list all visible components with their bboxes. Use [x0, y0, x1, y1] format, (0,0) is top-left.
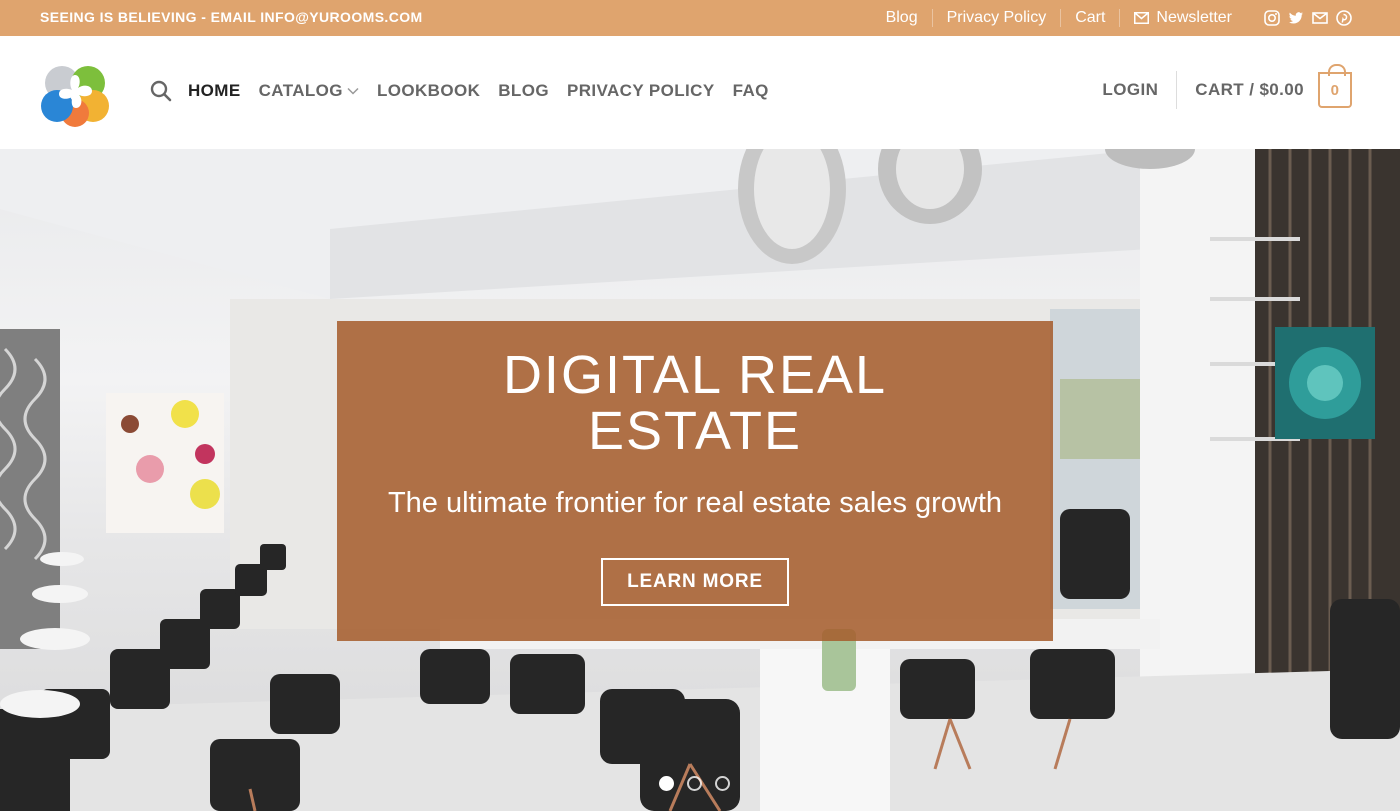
hero-slider: DIGITAL REAL ESTATE The ultimate frontie…	[0, 149, 1400, 811]
hero-title-line-1: DIGITAL REAL	[502, 345, 888, 405]
nav-blog[interactable]: BLOG	[498, 81, 549, 101]
twitter-icon[interactable]	[1288, 10, 1304, 26]
envelope-icon	[1134, 12, 1150, 24]
top-bar: SEEING IS BELIEVING - EMAIL INFO@YUROOMS…	[0, 0, 1400, 36]
nav-faq[interactable]: FAQ	[733, 81, 769, 101]
nav-catalog-label: CATALOG	[258, 81, 343, 100]
instagram-icon[interactable]	[1264, 10, 1280, 26]
main-header: HOME CATALOG LOOKBOOK BLOG PRIVACY POLIC…	[0, 36, 1400, 149]
account-nav: LOGIN CART / $0.00 0	[1102, 64, 1352, 110]
slider-dot-2[interactable]	[687, 776, 702, 791]
cart-total: CART / $0.00	[1195, 80, 1304, 99]
slider-dot-3[interactable]	[715, 776, 730, 791]
newsletter-label: Newsletter	[1156, 9, 1232, 26]
nav-home[interactable]: HOME	[188, 81, 241, 101]
tagline: SEEING IS BELIEVING - EMAIL INFO@YUROOMS…	[40, 9, 423, 25]
login-link[interactable]: LOGIN	[1102, 71, 1178, 109]
top-links: Blog Privacy Policy Cart Newsletter	[872, 0, 1352, 36]
chevron-down-icon	[347, 87, 359, 95]
top-link-privacy-policy[interactable]: Privacy Policy	[931, 9, 1061, 27]
hero-title-line-2: ESTATE	[587, 401, 803, 461]
nav-catalog[interactable]: CATALOG	[259, 81, 359, 101]
top-link-blog[interactable]: Blog	[872, 9, 932, 27]
nav-lookbook[interactable]: LOOKBOOK	[377, 81, 480, 101]
cart-count-badge[interactable]: 0	[1318, 64, 1352, 108]
social-icons	[1246, 10, 1352, 26]
email-icon[interactable]	[1312, 10, 1328, 26]
hero-overlay-box: DIGITAL REAL ESTATE The ultimate frontie…	[337, 321, 1053, 641]
site-logo[interactable]	[40, 61, 110, 127]
main-nav: HOME CATALOG LOOKBOOK BLOG PRIVACY POLIC…	[150, 80, 787, 102]
top-link-newsletter[interactable]: Newsletter	[1119, 9, 1246, 27]
top-link-cart[interactable]: Cart	[1060, 9, 1119, 27]
pinterest-icon[interactable]	[1336, 10, 1352, 26]
search-icon[interactable]	[150, 80, 172, 102]
hero-subtitle: The ultimate frontier for real estate sa…	[387, 487, 1003, 519]
learn-more-button[interactable]: LEARN MORE	[601, 558, 789, 606]
nav-privacy-policy[interactable]: PRIVACY POLICY	[567, 81, 715, 101]
cart-link[interactable]: CART / $0.00 0	[1177, 64, 1352, 108]
slider-dot-1[interactable]	[659, 776, 674, 791]
hero-title: DIGITAL REAL ESTATE	[337, 347, 1053, 459]
slider-dots	[659, 776, 730, 791]
